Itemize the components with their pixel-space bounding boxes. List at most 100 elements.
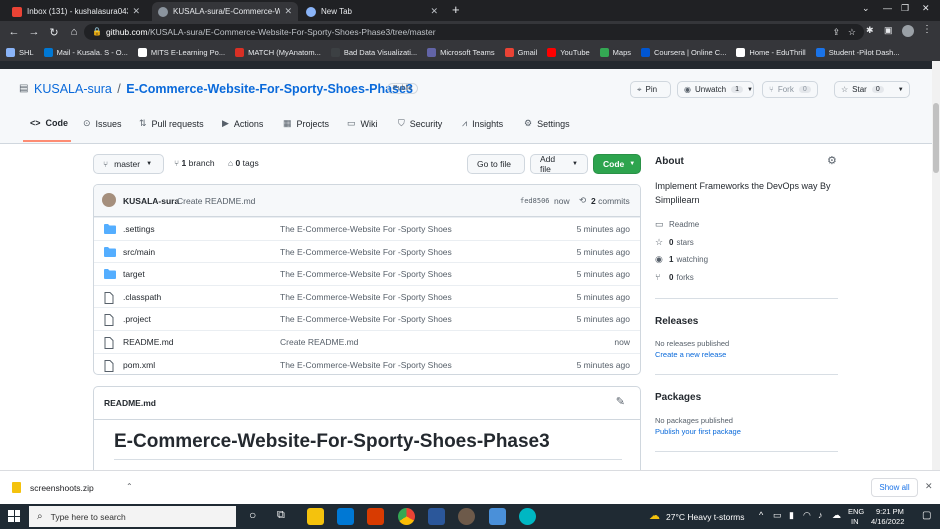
close-icon[interactable]: ✕ (925, 481, 933, 492)
file-commit-message[interactable]: Create README.md (280, 337, 358, 347)
show-all-button[interactable]: Show all (871, 478, 918, 497)
minimize-button[interactable]: — (883, 3, 892, 13)
file-explorer-icon[interactable] (307, 508, 324, 525)
tab-actions[interactable]: ▶ Actions (222, 118, 263, 129)
app-icon[interactable] (519, 508, 536, 525)
tab-search-icon[interactable]: ⌄ (862, 3, 870, 14)
tab-code[interactable]: <> Code (30, 118, 68, 128)
close-icon[interactable]: ✕ (430, 6, 438, 17)
file-name-link[interactable]: README.md (123, 337, 174, 347)
file-name-link[interactable]: .project (123, 314, 151, 324)
bookmark-item[interactable]: Bad Data Visualizati... (330, 47, 417, 57)
add-file-button[interactable]: Add file ▼ (530, 154, 588, 174)
file-commit-message[interactable]: The E-Commerce-Website For -Sporty Shoes (280, 314, 452, 324)
packages-title[interactable]: Packages (655, 392, 701, 403)
file-name-link[interactable]: .settings (123, 224, 155, 234)
fork-button[interactable]: ⑂ Fork 0 (762, 81, 818, 98)
notification-icon[interactable]: ▢ (922, 510, 931, 521)
tab-insights[interactable]: ⩘ Insights (462, 118, 503, 129)
app-icon[interactable] (458, 508, 475, 525)
bookmark-item[interactable]: MITS E-Learning Po... (137, 47, 225, 57)
clock-time[interactable]: 9:21 PM (876, 507, 904, 516)
tab-projects[interactable]: ▦ Projects (283, 118, 329, 129)
tab-github[interactable]: KUSALA-sura/E-Commerce-Webs ✕ (152, 2, 298, 21)
commit-author[interactable]: KUSALA-sura (123, 196, 179, 206)
battery-icon[interactable]: ▮ (789, 510, 794, 521)
branches-link[interactable]: ⑂ 1 branch (174, 158, 215, 168)
commit-message[interactable]: Create README.md (177, 196, 255, 206)
publish-package-link[interactable]: Publish your first package (655, 427, 741, 436)
tags-link[interactable]: ⌂ 0 tags (228, 158, 259, 168)
tab-new[interactable]: New Tab ✕ (300, 2, 444, 21)
word-icon[interactable] (428, 508, 445, 525)
forward-icon[interactable]: → (24, 26, 44, 38)
close-window-button[interactable]: ✕ (922, 3, 930, 14)
chevron-down-icon[interactable]: ▼ (898, 87, 904, 93)
address-bar[interactable]: 🔒 github.com/KUSALA-sura/E-Commerce-Webs… (84, 24, 864, 40)
weather-text[interactable]: 27°C Heavy t-storms (666, 512, 745, 522)
scrollbar[interactable] (932, 61, 940, 470)
chevron-up-icon[interactable]: ⌃ (126, 482, 133, 491)
tab-issues[interactable]: ⊙ Issues (83, 118, 122, 129)
bookmark-item[interactable]: MATCH (MyAnatom... (235, 47, 321, 57)
file-commit-message[interactable]: The E-Commerce-Website For -Sporty Shoes (280, 292, 452, 302)
download-filename[interactable]: screenshoots.zip (30, 483, 94, 493)
cortana-icon[interactable]: ○ (249, 508, 256, 522)
file-commit-message[interactable]: The E-Commerce-Website For -Sporty Shoes (280, 224, 452, 234)
file-commit-message[interactable]: The E-Commerce-Website For -Sporty Shoes (280, 269, 452, 279)
file-commit-message[interactable]: The E-Commerce-Website For -Sporty Shoes (280, 247, 452, 257)
pencil-icon[interactable]: ✎ (616, 395, 625, 408)
bookmark-item[interactable]: Coursera | Online C... (641, 47, 726, 57)
profile-avatar[interactable] (902, 25, 914, 37)
avatar[interactable] (102, 193, 116, 207)
gear-icon[interactable]: ⚙ (827, 154, 837, 167)
bookmark-item[interactable]: Maps (599, 47, 631, 57)
home-icon[interactable]: ⌂ (64, 26, 84, 38)
create-release-link[interactable]: Create a new release (655, 350, 726, 359)
tab-security[interactable]: ⛉ Security (398, 118, 442, 129)
unwatch-button[interactable]: ◉ Unwatch 1 ▼ (677, 81, 754, 98)
branch-select[interactable]: ⑂ master ▼ (93, 154, 164, 174)
taskbar-search-input[interactable]: ⌕ Type here to search (29, 506, 236, 527)
releases-title[interactable]: Releases (655, 316, 698, 327)
task-view-icon[interactable]: ⧉ (277, 509, 285, 522)
code-button[interactable]: Code ▼ (593, 154, 641, 174)
close-icon[interactable]: ✕ (132, 6, 140, 17)
chrome-icon[interactable] (398, 508, 415, 525)
bookmark-item[interactable]: Mail - Kusala. S - O... (43, 47, 128, 57)
office-icon[interactable] (367, 508, 384, 525)
share-icon[interactable]: ⇪ (832, 24, 840, 40)
tab-pull-requests[interactable]: ⇅ Pull requests (139, 118, 204, 129)
tab-settings[interactable]: ⚙ Settings (524, 118, 570, 129)
chevron-up-icon[interactable]: ^ (759, 510, 763, 520)
bookmark-item[interactable]: Student -Pilot Dash... (815, 47, 900, 57)
extensions-icon[interactable]: ✱ (866, 25, 874, 36)
repo-owner-link[interactable]: KUSALA-sura (34, 82, 112, 96)
file-name-link[interactable]: pom.xml (123, 360, 155, 370)
file-name-link[interactable]: src/main (123, 247, 155, 257)
restore-button[interactable]: ❐ (901, 3, 909, 14)
pin-button[interactable]: ⌖ Pin (630, 81, 671, 98)
windows-start-icon[interactable] (8, 510, 20, 522)
close-icon[interactable]: ✕ (284, 6, 292, 17)
commits-link[interactable]: 2 commits (591, 196, 630, 206)
network-icon[interactable]: ▭ (773, 510, 782, 521)
bookmark-item[interactable]: Gmail (504, 47, 537, 57)
scrollbar-thumb[interactable] (933, 103, 939, 173)
bookmark-star-icon[interactable]: ☆ (848, 24, 856, 40)
back-icon[interactable]: ← (4, 26, 24, 38)
new-tab-button[interactable]: + (452, 2, 460, 17)
menu-icon[interactable]: ⋮ (922, 24, 932, 35)
bookmark-item[interactable]: YouTube (547, 47, 590, 57)
volume-icon[interactable]: ♪ (818, 510, 823, 520)
file-commit-message[interactable]: The E-Commerce-Website For -Sporty Shoes (280, 360, 452, 370)
file-name-link[interactable]: .classpath (123, 292, 161, 302)
reload-icon[interactable]: ↻ (44, 26, 64, 39)
forks-link[interactable]: ⑂ 0 forks (655, 272, 694, 282)
file-name-link[interactable]: target (123, 269, 145, 279)
repo-name-link[interactable]: E-Commerce-Website-For-Sporty-Shoes-Phas… (126, 82, 413, 96)
bookmark-item[interactable]: Microsoft Teams (427, 47, 495, 57)
wifi-icon[interactable]: ◠ (803, 510, 811, 521)
onedrive-icon[interactable]: ☁ (832, 510, 841, 521)
bookmark-item[interactable]: SHL (6, 47, 34, 57)
